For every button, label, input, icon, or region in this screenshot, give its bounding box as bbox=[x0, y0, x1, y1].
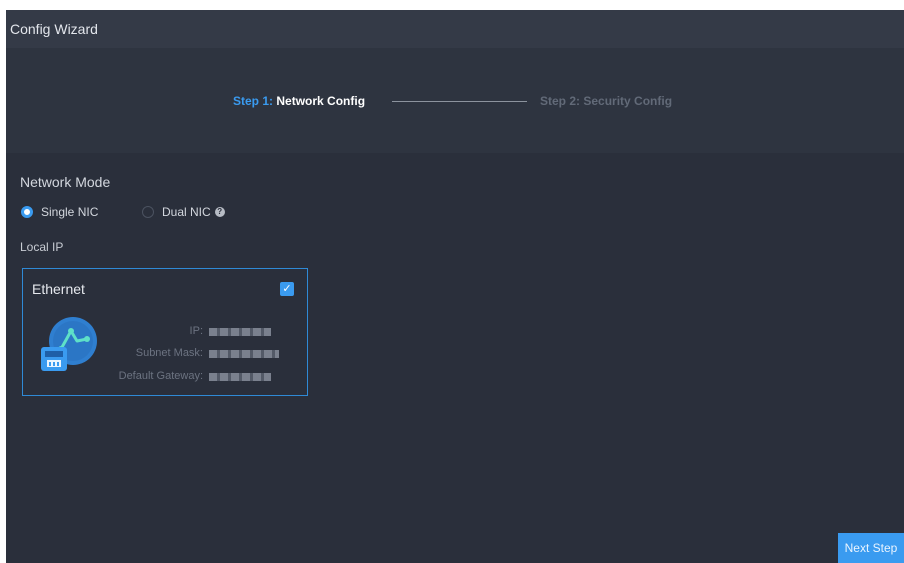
step-1-number: Step 1: bbox=[233, 94, 274, 108]
step-1-name: Network Config bbox=[276, 94, 366, 108]
radio-single-nic[interactable]: Single NIC bbox=[21, 204, 98, 220]
subnet-mask-field-value-redacted bbox=[209, 350, 279, 358]
ip-field-value-redacted bbox=[209, 328, 271, 336]
next-step-button[interactable]: Next Step bbox=[838, 533, 904, 563]
network-mode-label: Network Mode bbox=[20, 174, 111, 190]
step-2-name: Security Config bbox=[583, 94, 673, 108]
step-connector-line bbox=[392, 101, 527, 102]
radio-dual-nic-label: Dual NIC bbox=[162, 205, 211, 219]
help-icon[interactable]: ? bbox=[214, 207, 225, 217]
step-indicator: Step 1: Network Config Step 2: Security … bbox=[6, 48, 904, 153]
ip-field-label: IP: bbox=[189, 325, 203, 337]
config-wizard-window: Config Wizard Step 1: Network Config Ste… bbox=[6, 10, 904, 563]
window-title: Config Wizard bbox=[6, 10, 904, 48]
step-2-number: Step 2: bbox=[540, 94, 581, 108]
default-gateway-field-label: Default Gateway: bbox=[118, 370, 203, 382]
step-1: Step 1: Network Config bbox=[233, 94, 365, 108]
ethernet-card[interactable]: Ethernet ✓ IP: Subnet Mask: Default Gate… bbox=[22, 268, 308, 396]
radio-unselected-icon[interactable] bbox=[142, 206, 154, 218]
subnet-mask-field-label: Subnet Mask: bbox=[135, 347, 203, 359]
radio-single-nic-label: Single NIC bbox=[41, 205, 99, 219]
radio-selected-icon[interactable] bbox=[21, 206, 33, 218]
ethernet-card-title: Ethernet bbox=[32, 281, 85, 297]
local-ip-label: Local IP bbox=[20, 240, 64, 254]
step-2: Step 2: Security Config bbox=[540, 94, 672, 108]
ethernet-icon bbox=[41, 317, 97, 371]
checkbox-checked-icon[interactable]: ✓ bbox=[280, 282, 294, 296]
radio-dual-nic[interactable]: Dual NIC ? bbox=[142, 204, 225, 220]
default-gateway-field-value-redacted bbox=[209, 373, 271, 381]
